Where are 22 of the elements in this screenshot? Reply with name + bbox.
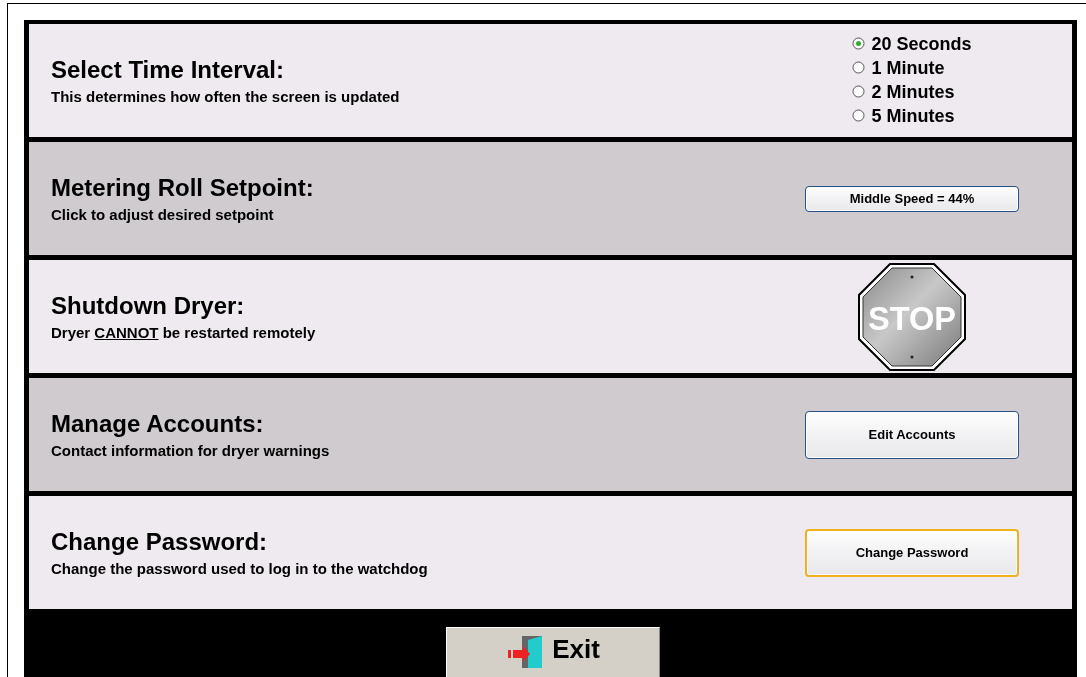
- section-description: Click to adjust desired setpoint: [51, 206, 275, 223]
- radio-button[interactable]: [852, 109, 866, 122]
- section-description: This determines how often the screen is updated: [51, 88, 400, 105]
- section-title: Manage Accounts:: [51, 410, 265, 438]
- radio-button[interactable]: [852, 85, 866, 98]
- action-button[interactable]: Middle Speed = 44%: [805, 185, 1019, 212]
- action-button[interactable]: Change Password: [805, 528, 1019, 577]
- section-description: Dryer CANNOT be restarted remotely: [51, 324, 316, 341]
- radio-button[interactable]: [852, 37, 866, 50]
- radio-label[interactable]: 1 Minute: [871, 55, 945, 80]
- section-description: Change the password used to log in to the watchdog: [51, 560, 428, 577]
- section-title: Change Password:: [51, 528, 269, 556]
- action-button[interactable]: Edit Accounts: [805, 410, 1019, 459]
- section-title: Metering Roll Setpoint:: [51, 174, 314, 202]
- section-title: Shutdown Dryer:: [51, 292, 246, 320]
- radio-label[interactable]: 20 Seconds: [871, 31, 972, 56]
- section-title: Select Time Interval:: [51, 56, 285, 84]
- exit-button[interactable]: Exit: [446, 627, 660, 677]
- radio-button[interactable]: [852, 61, 866, 74]
- radio-label[interactable]: 5 Minutes: [871, 103, 955, 128]
- radio-label[interactable]: 2 Minutes: [871, 79, 955, 104]
- section-description: Contact information for dryer warnings: [51, 442, 330, 459]
